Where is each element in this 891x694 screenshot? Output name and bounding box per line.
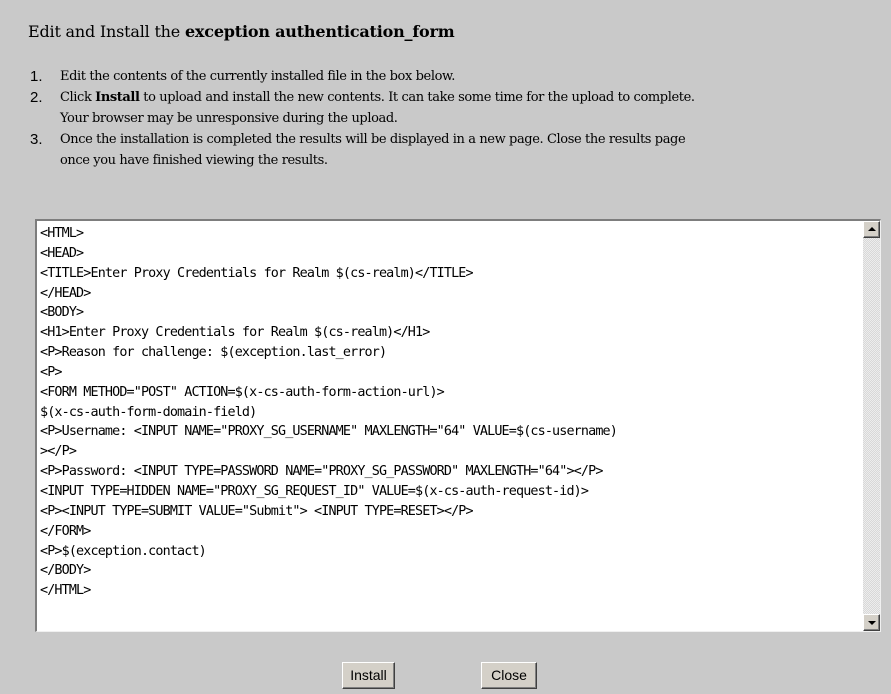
step-number-1: 1. [30,68,43,85]
instruction-step-3: 3. Once the installation is completed th… [30,129,695,171]
heading-form-name: exception authentication_form [184,22,455,41]
triangle-down-icon [868,621,876,625]
heading-prefix: Edit and Install the [28,22,185,41]
step-number-2: 2. [30,89,43,106]
step-number-3: 3. [30,131,43,148]
instructions-list: 1. Edit the contents of the currently in… [30,66,695,171]
step-2-rest: to upload and install the new contents. … [139,90,695,105]
install-button[interactable]: Install [342,662,395,689]
vertical-scrollbar[interactable] [863,221,880,631]
step-1-text: Edit the contents of the currently insta… [60,69,455,84]
step-3-line-1: Once the installation is completed the r… [60,132,686,147]
file-content-text[interactable]: <HTML> <HEAD> <TITLE>Enter Proxy Credent… [40,224,862,630]
step-2-line-2: Your browser may be unresponsive during … [60,111,398,126]
scroll-down-button[interactable] [863,614,880,631]
close-button[interactable]: Close [481,662,537,689]
file-content-editor[interactable]: <HTML> <HEAD> <TITLE>Enter Proxy Credent… [35,219,881,632]
step-2-prefix: Click [60,90,96,105]
instruction-step-2: 2. Click Install to upload and install t… [30,87,695,129]
page-heading: Edit and Install the exception authentic… [28,22,455,41]
instruction-step-1: 1. Edit the contents of the currently in… [30,66,695,87]
triangle-up-icon [868,227,876,231]
step-2-install-keyword: Install [95,90,140,105]
scroll-up-button[interactable] [863,221,880,238]
step-3-line-2: once you have finished viewing the resul… [60,153,328,168]
